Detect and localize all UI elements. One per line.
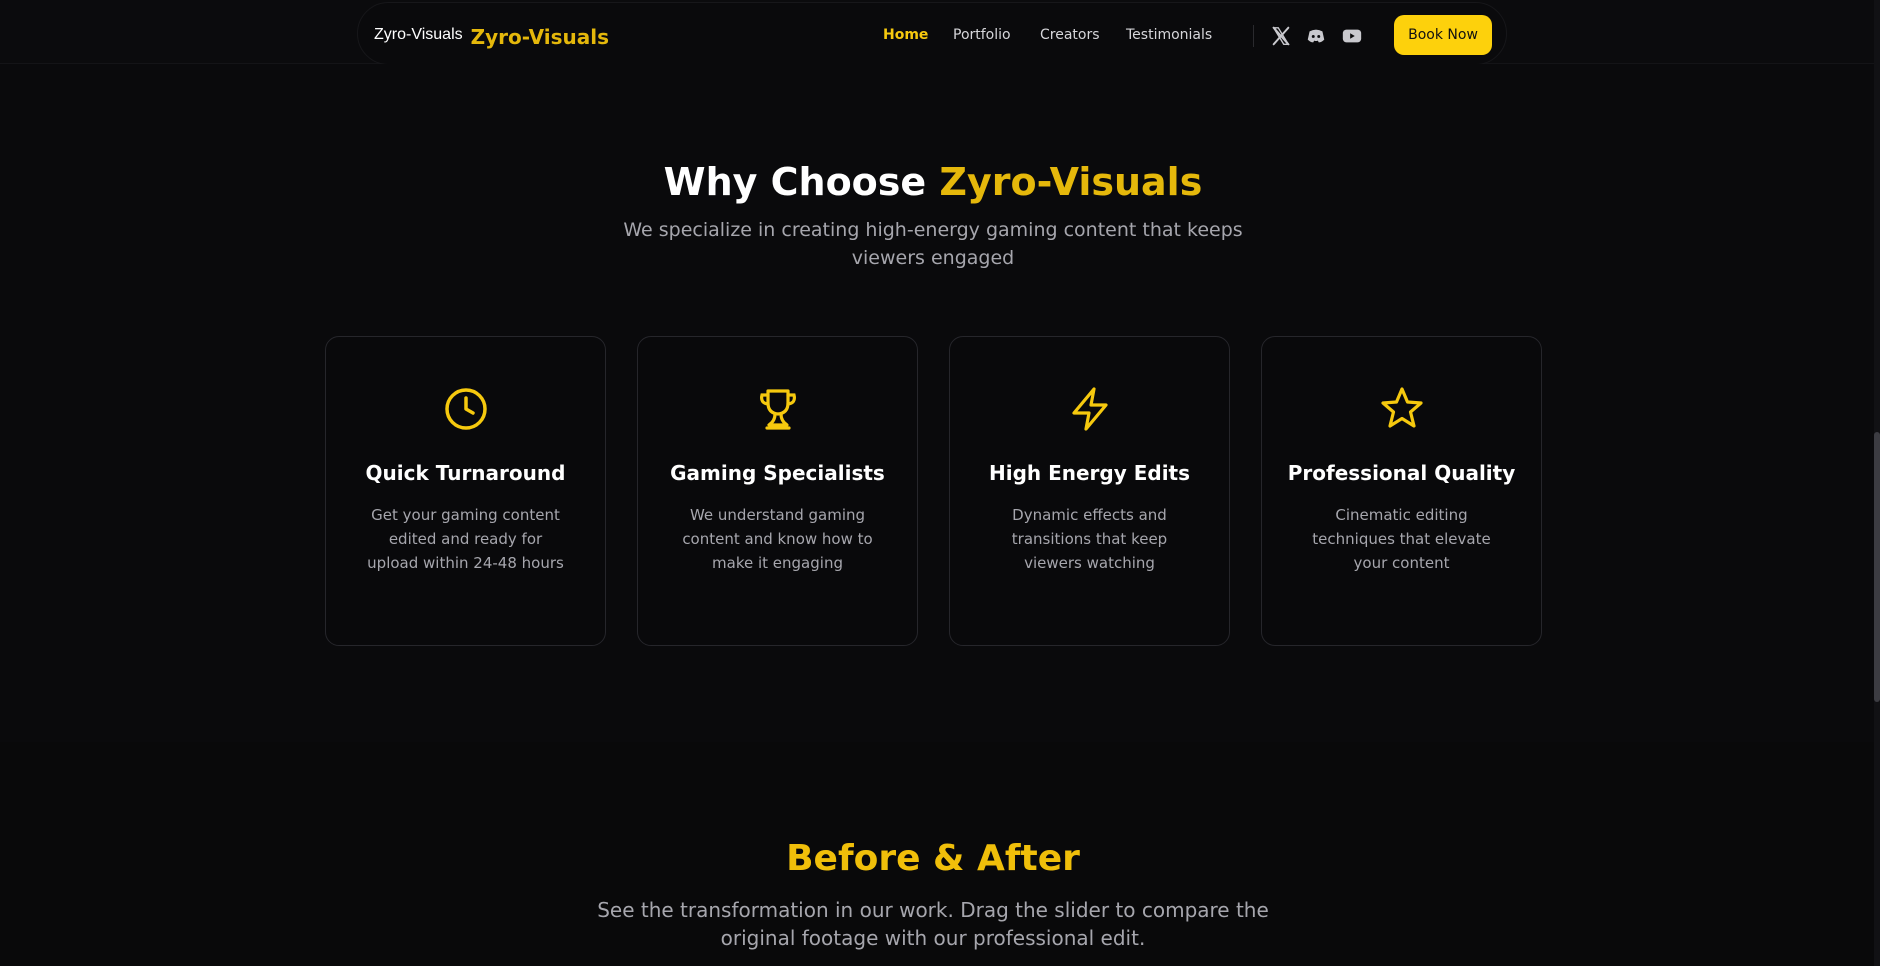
top-bar: Zyro-Visuals Zyro-Visuals Home Portfolio… bbox=[0, 0, 1874, 65]
lightning-icon bbox=[1066, 385, 1114, 433]
clock-icon bbox=[442, 385, 490, 433]
feature-description: Cinematic editing techniques that elevat… bbox=[1312, 506, 1491, 572]
feature-description: We understand gaming content and know ho… bbox=[682, 506, 873, 572]
feature-card-quick-turnaround: Quick Turnaround Get your gaming content… bbox=[325, 336, 606, 646]
why-title-prefix: Why Choose bbox=[663, 160, 940, 204]
why-choose-section: Why Choose Zyro-Visuals We specialize in… bbox=[0, 64, 1874, 742]
nav-link-creators[interactable]: Creators bbox=[1040, 27, 1100, 43]
brand[interactable]: Zyro-Visuals Zyro-Visuals bbox=[374, 21, 609, 49]
star-icon bbox=[1378, 385, 1426, 433]
before-after-title: Before & After bbox=[786, 838, 1080, 879]
nav-link-portfolio[interactable]: Portfolio bbox=[953, 27, 1011, 43]
feature-card-professional-quality: Professional Quality Cinematic editing t… bbox=[1261, 336, 1542, 646]
feature-description: Dynamic effects and transitions that kee… bbox=[1011, 506, 1168, 572]
feature-title: High Energy Edits bbox=[988, 461, 1191, 485]
feature-description: Get your gaming content edited and ready… bbox=[367, 506, 564, 572]
book-now-button[interactable]: Book Now bbox=[1394, 15, 1492, 55]
youtube-icon[interactable] bbox=[1341, 25, 1363, 47]
nav-link-testimonials[interactable]: Testimonials bbox=[1126, 27, 1212, 43]
scrollbar-thumb[interactable] bbox=[1874, 432, 1880, 702]
trophy-icon bbox=[754, 385, 802, 433]
feature-title: Professional Quality bbox=[1287, 461, 1516, 485]
feature-title: Quick Turnaround bbox=[365, 461, 566, 485]
why-title-accent: Zyro-Visuals bbox=[939, 160, 1203, 204]
before-after-section: Before & After See the transformation in… bbox=[0, 742, 1874, 966]
before-after-subtitle: See the transformation in our work. Drag… bbox=[597, 898, 1269, 950]
discord-icon[interactable] bbox=[1305, 25, 1327, 47]
why-choose-subtitle: We specialize in creating high-energy ga… bbox=[623, 219, 1243, 269]
nav-divider bbox=[1253, 25, 1254, 47]
feature-title: Gaming Specialists bbox=[670, 461, 885, 485]
feature-card-high-energy-edits: High Energy Edits Dynamic effects and tr… bbox=[949, 336, 1230, 646]
why-choose-title: Why Choose Zyro-Visuals bbox=[0, 160, 1866, 204]
x-icon[interactable] bbox=[1270, 25, 1292, 47]
navbar: Zyro-Visuals Zyro-Visuals Home Portfolio… bbox=[357, 2, 1507, 65]
page: Zyro-Visuals Zyro-Visuals Home Portfolio… bbox=[0, 0, 1880, 966]
feature-card-gaming-specialists: Gaming Specialists We understand gaming … bbox=[637, 336, 918, 646]
logo-image[interactable]: Zyro-Visuals bbox=[374, 26, 463, 44]
brand-name[interactable]: Zyro-Visuals bbox=[471, 25, 609, 49]
nav-link-home[interactable]: Home bbox=[883, 27, 928, 43]
